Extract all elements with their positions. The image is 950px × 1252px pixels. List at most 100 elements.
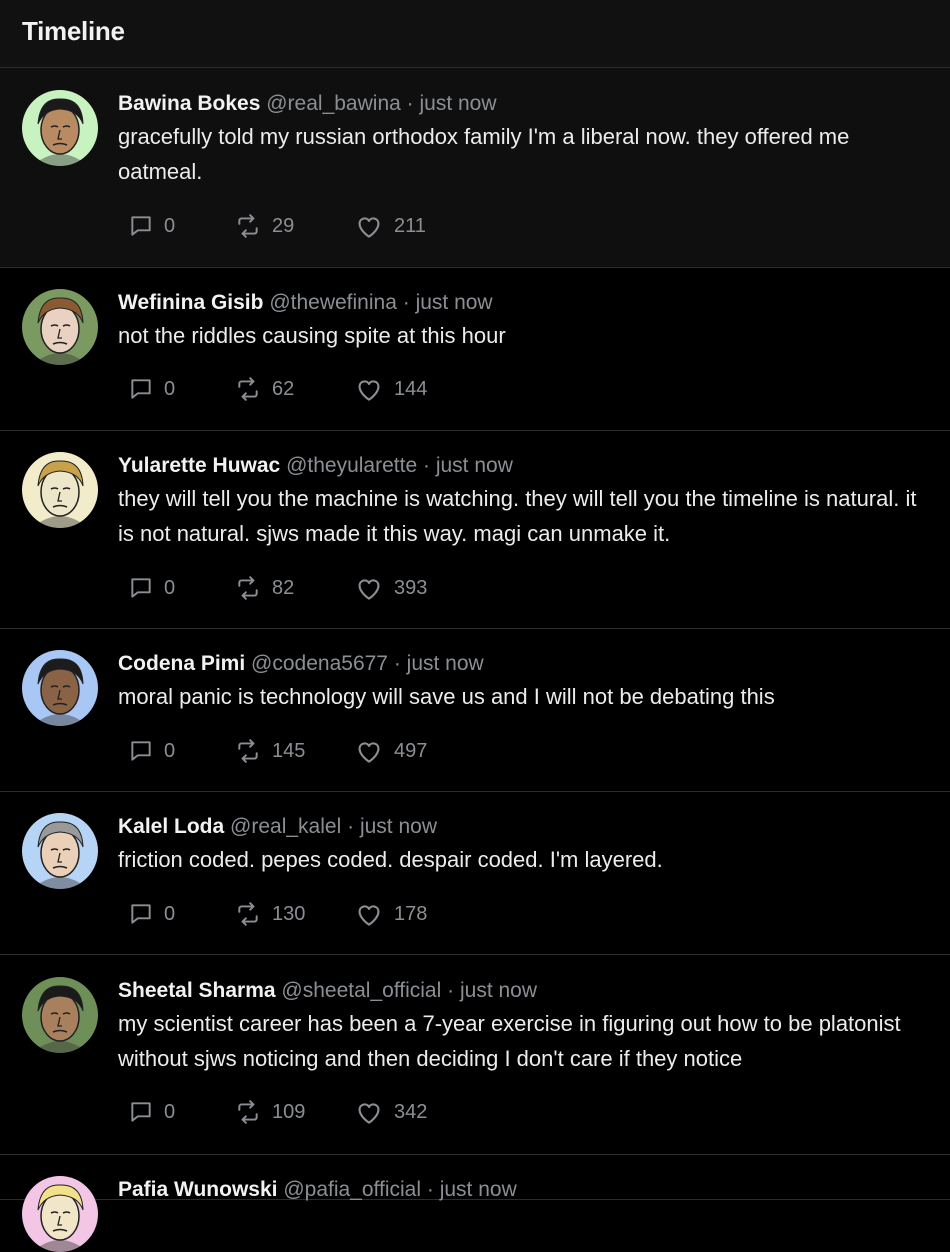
- timestamp[interactable]: just now: [360, 815, 437, 838]
- retweet-icon: [234, 213, 272, 239]
- post-header: Sheetal Sharma @sheetal_official · just …: [118, 977, 537, 1005]
- like-count: 393: [394, 576, 428, 599]
- author-name[interactable]: Sheetal Sharma: [118, 979, 276, 1002]
- post[interactable]: Sheetal Sharma @sheetal_official · just …: [0, 955, 950, 1155]
- reply-icon: [128, 376, 164, 402]
- post-text: gracefully told my russian orthodox fami…: [118, 124, 850, 184]
- post[interactable]: Kalel Loda @real_kalel · just now frictio…: [0, 792, 950, 955]
- retweet-button[interactable]: 82: [234, 574, 294, 602]
- separator-dot: ·: [422, 454, 430, 477]
- post-text: not the riddles causing spite at this ho…: [118, 323, 506, 348]
- author-name[interactable]: Codena Pimi: [118, 652, 245, 675]
- reply-icon: [128, 901, 164, 927]
- retweet-button[interactable]: 145: [234, 737, 305, 765]
- reply-button[interactable]: 0: [128, 574, 175, 602]
- post-header: Yularette Huwac @theyularette · just now: [118, 452, 513, 480]
- separator-dot: ·: [406, 92, 414, 115]
- post-text: friction coded. pepes coded. despair cod…: [118, 847, 663, 872]
- retweet-button[interactable]: 109: [234, 1098, 305, 1126]
- heart-icon: [354, 213, 394, 239]
- reply-count: 0: [164, 1100, 176, 1123]
- avatar[interactable]: [22, 289, 98, 365]
- reply-count: 0: [164, 739, 176, 762]
- separator-dot: ·: [393, 652, 401, 675]
- like-button[interactable]: 342: [354, 1098, 427, 1126]
- author-handle[interactable]: @real_bawina: [266, 92, 401, 115]
- reply-button[interactable]: 0: [128, 737, 175, 765]
- author-handle[interactable]: @theyularette: [286, 454, 417, 477]
- reply-count: 0: [164, 576, 176, 599]
- like-count: 178: [394, 902, 428, 925]
- post-header: Kalel Loda @real_kalel · just now: [118, 813, 437, 841]
- retweet-count: 145: [272, 739, 306, 762]
- author-handle[interactable]: @sheetal_official: [281, 979, 441, 1002]
- retweet-count: 130: [272, 902, 306, 925]
- retweet-icon: [234, 376, 272, 402]
- heart-icon: [354, 901, 394, 927]
- timestamp[interactable]: just now: [416, 291, 493, 314]
- post[interactable]: Pafia Wunowski @pafia_official · just no…: [0, 1155, 950, 1252]
- retweet-button[interactable]: 130: [234, 900, 305, 928]
- avatar[interactable]: [22, 90, 98, 166]
- author-handle[interactable]: @real_kalel: [230, 815, 341, 838]
- retweet-count: 29: [272, 214, 295, 237]
- separator-dot: ·: [347, 815, 355, 838]
- author-name[interactable]: Kalel Loda: [118, 815, 224, 838]
- post-header: Codena Pimi @codena5677 · just now: [118, 650, 484, 678]
- post[interactable]: Bawina Bokes @real_bawina · just now grac…: [0, 68, 950, 268]
- reply-icon: [128, 575, 164, 601]
- reply-button[interactable]: 0: [128, 1098, 175, 1126]
- heart-icon: [354, 376, 394, 402]
- timeline-header: Timeline: [0, 0, 950, 68]
- like-button[interactable]: 144: [354, 375, 427, 403]
- retweet-icon: [234, 575, 272, 601]
- like-count: 497: [394, 739, 428, 762]
- author-name[interactable]: Wefinina Gisib: [118, 291, 263, 314]
- heart-icon: [354, 738, 394, 764]
- like-button[interactable]: 211: [354, 212, 426, 240]
- avatar[interactable]: [22, 1176, 98, 1252]
- author-handle[interactable]: @thewefinina: [269, 291, 397, 314]
- reply-icon: [128, 213, 164, 239]
- post-text: my scientist career has been a 7-year ex…: [118, 1011, 901, 1071]
- avatar[interactable]: [22, 650, 98, 726]
- post-text: they will tell you the machine is watchi…: [118, 486, 917, 546]
- heart-icon: [354, 575, 394, 601]
- timestamp[interactable]: just now: [436, 454, 513, 477]
- timestamp[interactable]: just now: [419, 92, 496, 115]
- reply-count: 0: [164, 214, 176, 237]
- separator-dot: ·: [402, 291, 410, 314]
- separator-dot: ·: [426, 1178, 434, 1201]
- timestamp[interactable]: just now: [460, 979, 537, 1002]
- author-handle[interactable]: @pafia_official: [283, 1178, 421, 1201]
- retweet-button[interactable]: 62: [234, 375, 294, 403]
- post-header: Bawina Bokes @real_bawina · just now: [118, 90, 497, 118]
- post[interactable]: Yularette Huwac @theyularette · just now…: [0, 431, 950, 629]
- retweet-button[interactable]: 29: [234, 212, 294, 240]
- post[interactable]: Codena Pimi @codena5677 · just now moral …: [0, 629, 950, 792]
- reply-count: 0: [164, 377, 176, 400]
- post[interactable]: Wefinina Gisib @thewefinina · just now no…: [0, 268, 950, 431]
- like-count: 342: [394, 1100, 428, 1123]
- author-name[interactable]: Pafia Wunowski: [118, 1178, 277, 1201]
- avatar[interactable]: [22, 977, 98, 1053]
- author-name[interactable]: Bawina Bokes: [118, 92, 260, 115]
- reply-button[interactable]: 0: [128, 212, 175, 240]
- timestamp[interactable]: just now: [407, 652, 484, 675]
- reply-button[interactable]: 0: [128, 375, 175, 403]
- reply-icon: [128, 738, 164, 764]
- like-count: 211: [394, 214, 426, 237]
- author-name[interactable]: Yularette Huwac: [118, 454, 280, 477]
- author-handle[interactable]: @codena5677: [251, 652, 388, 675]
- reply-count: 0: [164, 902, 176, 925]
- timestamp[interactable]: just now: [440, 1178, 517, 1201]
- reply-button[interactable]: 0: [128, 900, 175, 928]
- retweet-icon: [234, 738, 272, 764]
- like-button[interactable]: 393: [354, 574, 427, 602]
- avatar[interactable]: [22, 813, 98, 889]
- avatar[interactable]: [22, 452, 98, 528]
- like-button[interactable]: 497: [354, 737, 427, 765]
- post-text: moral panic is technology will save us a…: [118, 684, 775, 709]
- like-button[interactable]: 178: [354, 900, 427, 928]
- separator-dot: ·: [447, 979, 455, 1002]
